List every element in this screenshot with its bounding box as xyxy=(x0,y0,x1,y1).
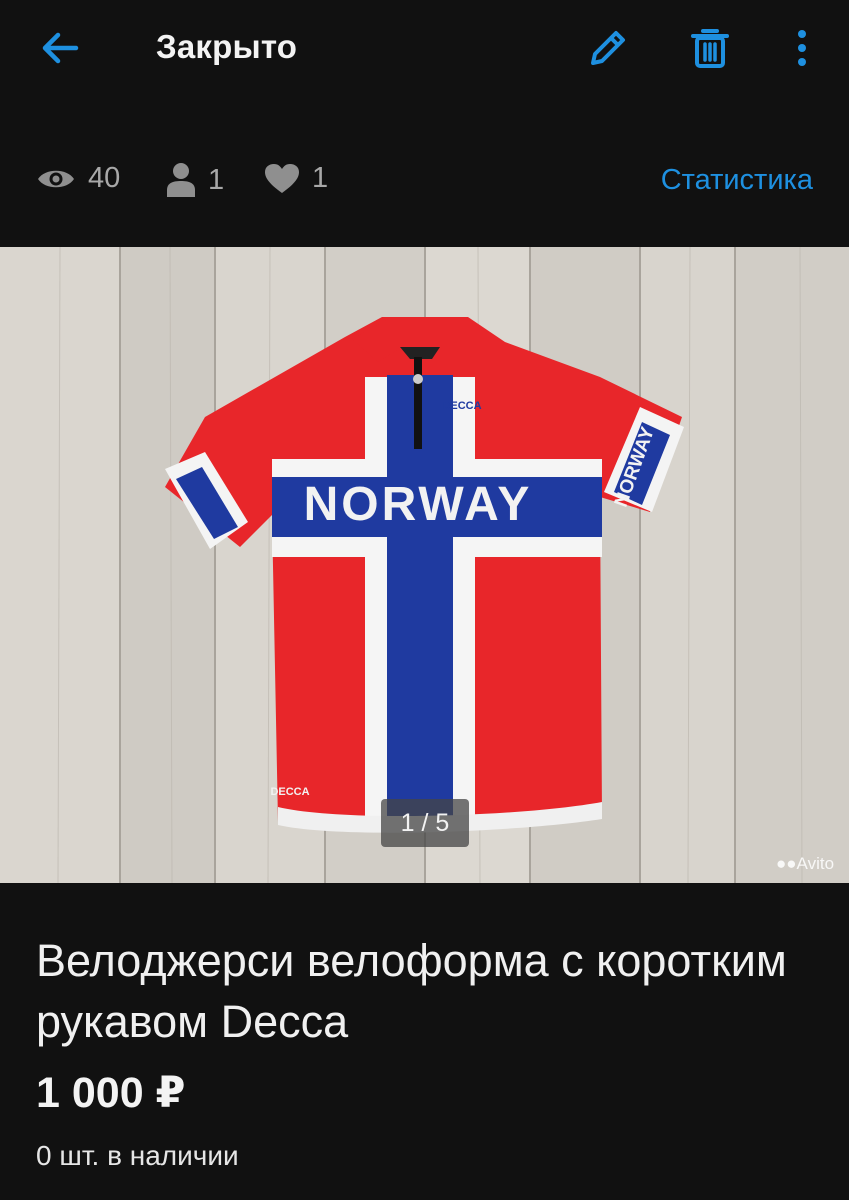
statistics-link[interactable]: Статистика xyxy=(661,164,813,197)
photo-counter: 1 / 5 xyxy=(381,799,469,847)
views-stat: 40 xyxy=(36,162,120,195)
listing-price: 1 000 ₽ xyxy=(36,1069,186,1117)
stats-row: 40 1 1 Статистика xyxy=(0,150,849,214)
jersey-brand-text: DECCA xyxy=(442,400,481,412)
page-title: Закрыто xyxy=(156,28,298,65)
top-bar: Закрыто xyxy=(0,0,849,96)
hem-brand-text: DECCA xyxy=(270,786,309,798)
views-count: 40 xyxy=(88,162,121,194)
pencil-icon xyxy=(591,31,625,65)
delete-button[interactable] xyxy=(684,22,736,74)
person-icon xyxy=(167,163,195,197)
trash-icon xyxy=(691,29,729,68)
more-vertical-icon xyxy=(798,30,806,66)
contacts-count: 1 xyxy=(208,163,225,196)
edit-button[interactable] xyxy=(582,22,634,74)
favorites-stat: 1 xyxy=(264,162,328,195)
contacts-stat: 1 xyxy=(166,162,224,198)
avito-logo-icon: ●● xyxy=(776,854,797,873)
favorites-count: 1 xyxy=(312,162,329,194)
eye-icon xyxy=(38,170,74,187)
avito-watermark: ●●Avito xyxy=(776,854,835,873)
jersey-text: NORWAY xyxy=(304,478,533,531)
back-button[interactable] xyxy=(36,26,84,70)
jersey-photo: NORWAY DECCA NORWAY DECCA xyxy=(0,247,849,883)
stock-status: 0 шт. в наличии xyxy=(36,1140,239,1171)
listing-title: Велоджерси велоформа с коротким рукавом … xyxy=(36,935,787,1047)
listing-photo[interactable]: NORWAY DECCA NORWAY DECCA xyxy=(0,247,849,883)
arrow-left-icon xyxy=(42,32,79,64)
heart-icon xyxy=(265,163,299,193)
more-options-button[interactable] xyxy=(780,22,824,74)
